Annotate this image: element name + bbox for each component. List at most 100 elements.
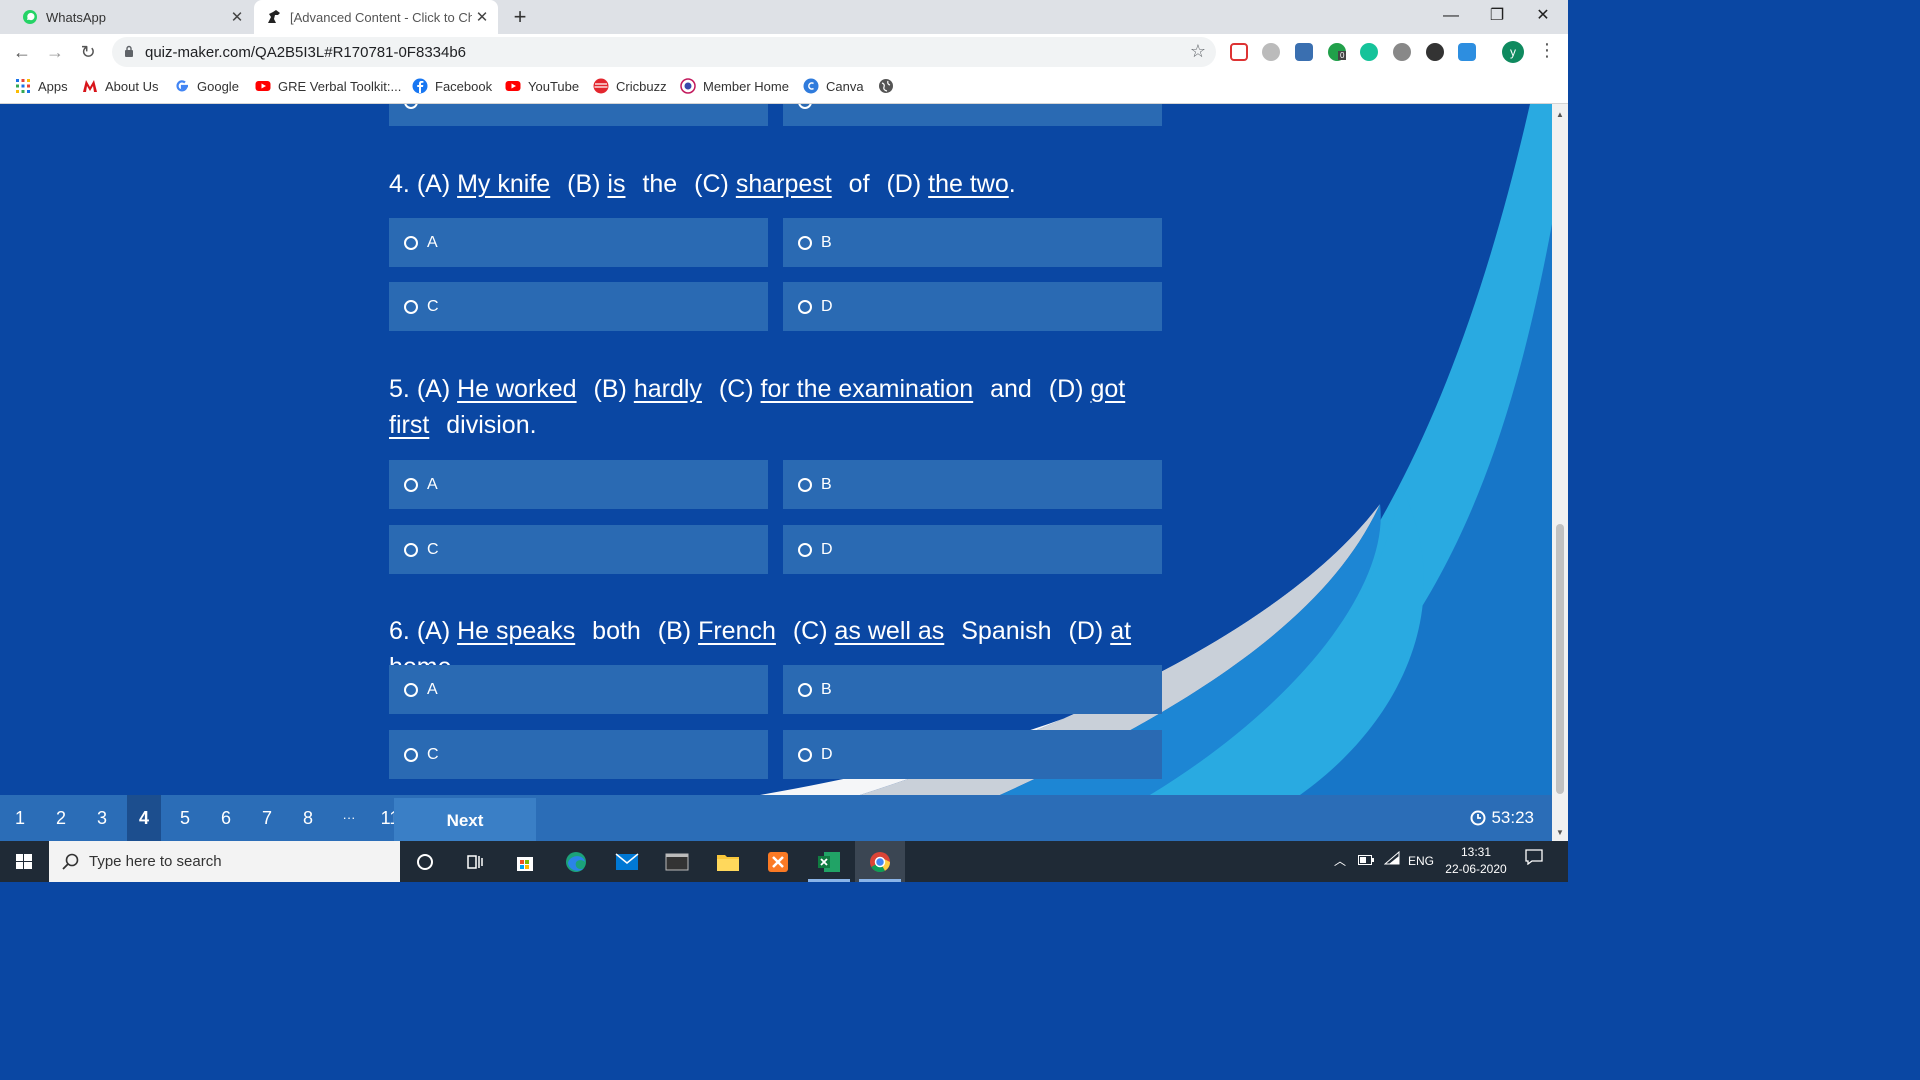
bookmark-gre-verbal[interactable]: GRE Verbal Toolkit:... <box>255 78 401 94</box>
page-4-current[interactable]: 4 <box>127 795 161 841</box>
grammarly-icon[interactable] <box>1360 43 1378 61</box>
close-window-button[interactable]: ✕ <box>1520 0 1566 32</box>
maximize-button[interactable]: ❐ <box>1474 0 1520 32</box>
option-c-q3[interactable] <box>389 104 768 126</box>
apps-grid-icon <box>16 79 30 93</box>
notifications-icon[interactable] <box>1525 841 1543 882</box>
option-b[interactable]: B <box>783 460 1162 509</box>
option-b[interactable]: B <box>783 665 1162 714</box>
store-icon[interactable] <box>500 841 550 882</box>
new-tab-button[interactable]: + <box>508 4 532 30</box>
next-button[interactable]: Next <box>394 798 536 841</box>
tab-quiz[interactable]: [Advanced Content - Click to Cha ✕ <box>254 0 498 34</box>
extension-icon[interactable] <box>1262 43 1280 61</box>
edge-icon[interactable] <box>551 841 601 882</box>
start-button[interactable] <box>0 841 48 882</box>
bookmark-star-icon[interactable]: ☆ <box>1190 41 1206 62</box>
option-d[interactable]: D <box>783 282 1162 331</box>
option-a[interactable]: A <box>389 665 768 714</box>
address-bar[interactable]: quiz-maker.com/QA2B5I3L#R170781-0F8334b6… <box>112 37 1216 67</box>
option-d[interactable]: D <box>783 730 1162 779</box>
close-icon[interactable]: ✕ <box>472 8 492 26</box>
page-3[interactable]: 3 <box>85 795 119 841</box>
extension-badge: 0 <box>1338 51 1347 60</box>
scroll-up-arrow[interactable]: ▲ <box>1556 110 1564 119</box>
option-d[interactable]: D <box>783 525 1162 574</box>
bookmark-member-home[interactable]: Member Home <box>680 78 789 94</box>
scroll-thumb[interactable] <box>1556 524 1564 794</box>
menu-icon[interactable]: ⋮ <box>1538 40 1556 61</box>
file-explorer-icon[interactable] <box>703 841 753 882</box>
cricbuzz-icon <box>593 78 609 94</box>
chrome-icon[interactable] <box>855 841 905 882</box>
member-home-icon <box>680 78 696 94</box>
gear-extension-icon[interactable] <box>1393 43 1411 61</box>
page-7[interactable]: 7 <box>250 795 284 841</box>
bookmark-youtube[interactable]: YouTube <box>505 78 579 94</box>
task-view-icon[interactable] <box>450 841 500 882</box>
option-c[interactable]: C <box>389 525 768 574</box>
page-8[interactable]: 8 <box>291 795 325 841</box>
back-button[interactable]: ← <box>10 40 34 64</box>
battery-icon[interactable] <box>1358 841 1374 882</box>
extension-icon[interactable] <box>1458 43 1476 61</box>
bookmark-google[interactable]: Google <box>174 78 239 94</box>
bookmark-label: Cricbuzz <box>616 78 667 94</box>
radio-icon <box>798 682 812 697</box>
segment-text: and <box>990 375 1032 403</box>
bookmark-label: Facebook <box>435 78 493 94</box>
option-a[interactable]: A <box>389 218 768 267</box>
question-number: 5. <box>389 375 410 403</box>
extension-icon[interactable] <box>1426 43 1444 61</box>
bookmark-apps[interactable]: Apps <box>15 78 68 94</box>
question-number: 4. <box>389 170 410 198</box>
scroll-down-arrow[interactable]: ▼ <box>1556 828 1564 837</box>
search-placeholder: Type here to search <box>89 853 222 870</box>
extension-icon[interactable] <box>1295 43 1313 61</box>
pocket-extension-icon[interactable] <box>1230 43 1248 61</box>
option-a[interactable]: A <box>389 460 768 509</box>
bookmark-globe[interactable] <box>878 78 901 94</box>
segment-label: (C) <box>718 375 754 403</box>
wifi-icon[interactable] <box>1383 841 1400 882</box>
bookmark-cricbuzz[interactable]: Cricbuzz <box>593 78 667 94</box>
xampp-icon[interactable] <box>753 841 803 882</box>
bookmark-canva[interactable]: Canva <box>803 78 864 94</box>
bookmarks-bar: Apps About Us Google GRE Verbal Toolkit:… <box>0 70 1568 104</box>
bookmark-about-us[interactable]: About Us <box>82 78 158 94</box>
bookmark-facebook[interactable]: Facebook <box>412 78 492 94</box>
language-indicator[interactable]: ENG <box>1408 841 1434 882</box>
segment-label: (D) <box>886 170 922 198</box>
excel-icon[interactable] <box>804 841 854 882</box>
segment-text: My knife <box>457 170 551 198</box>
url-text: quiz-maker.com/QA2B5I3L#R170781-0F8334b6 <box>145 44 467 61</box>
profile-avatar[interactable]: y <box>1502 41 1524 63</box>
extension-icon[interactable]: 0 <box>1328 43 1347 61</box>
cortana-icon[interactable] <box>400 841 450 882</box>
bookmark-label: About Us <box>105 78 159 94</box>
taskbar-search[interactable]: Type here to search <box>49 841 400 882</box>
option-d-q3[interactable] <box>783 104 1162 126</box>
reload-button[interactable]: ↻ <box>76 40 100 64</box>
browser-toolbar: ← → ↻ quiz-maker.com/QA2B5I3L#R170781-0F… <box>0 34 1568 70</box>
segment-text: French <box>698 617 776 645</box>
close-icon[interactable]: ✕ <box>227 8 247 26</box>
page-6[interactable]: 6 <box>209 795 243 841</box>
page-ellipsis[interactable]: ··· <box>332 795 366 841</box>
terminal-icon[interactable] <box>652 841 702 882</box>
tab-whatsapp[interactable]: WhatsApp ✕ <box>8 0 253 34</box>
page-5[interactable]: 5 <box>168 795 202 841</box>
page-2[interactable]: 2 <box>44 795 78 841</box>
sentence-end: . <box>529 411 537 439</box>
option-c[interactable]: C <box>389 282 768 331</box>
segment-text: Spanish <box>961 617 1052 645</box>
forward-button[interactable]: → <box>43 40 67 64</box>
option-b[interactable]: B <box>783 218 1162 267</box>
page-scrollbar[interactable]: ▲ ▼ <box>1552 104 1568 841</box>
option-c[interactable]: C <box>389 730 768 779</box>
show-hidden-icons-icon[interactable]: ︿ <box>1334 841 1346 882</box>
page-1[interactable]: 1 <box>3 795 37 841</box>
system-clock[interactable]: 13:31 22-06-2020 <box>1440 844 1512 878</box>
minimize-button[interactable]: — <box>1428 0 1474 32</box>
mail-icon[interactable] <box>602 841 652 882</box>
